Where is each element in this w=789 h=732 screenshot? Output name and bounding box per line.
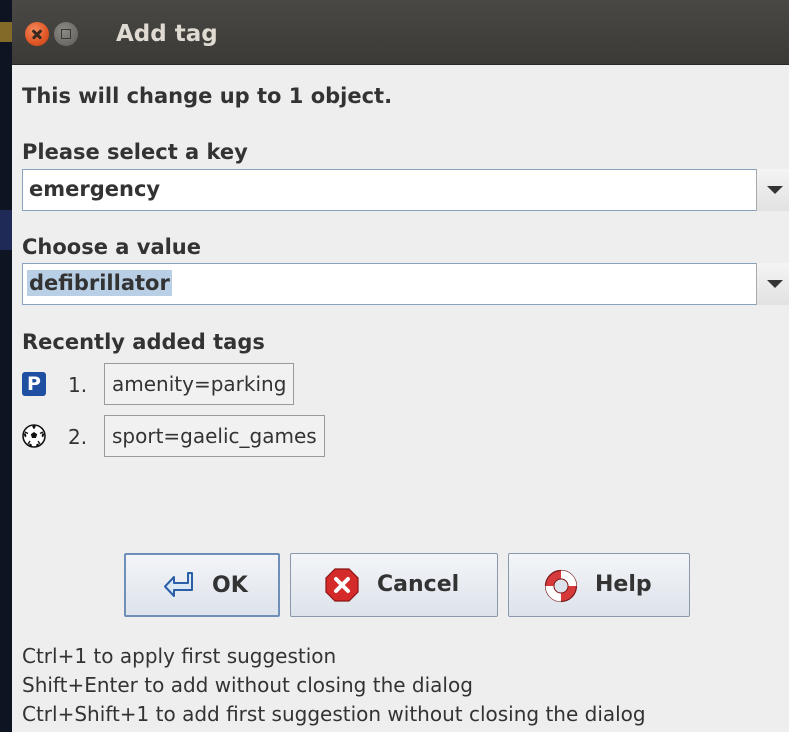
dialog-content: This will change up to 1 object. Please … bbox=[12, 64, 789, 732]
value-input[interactable]: defibrillator bbox=[27, 270, 172, 296]
enter-arrow-icon bbox=[164, 572, 193, 597]
hint-text: Ctrl+1 to apply first suggestion bbox=[22, 644, 337, 668]
lifebuoy-icon bbox=[544, 569, 578, 603]
soccer-ball-icon bbox=[22, 424, 46, 448]
background-glow bbox=[0, 210, 12, 250]
key-input[interactable]: emergency bbox=[27, 176, 162, 202]
close-window-button[interactable] bbox=[25, 22, 49, 46]
help-label: Help bbox=[595, 572, 652, 597]
recent-tag-index: 2. bbox=[68, 425, 88, 449]
recent-tag-index: 1. bbox=[68, 373, 88, 397]
value-dropdown-arrow[interactable] bbox=[756, 263, 789, 305]
recent-tags-label: Recently added tags bbox=[22, 330, 265, 354]
help-button[interactable]: Help bbox=[508, 553, 690, 617]
parking-icon: P bbox=[22, 372, 46, 396]
cancel-icon bbox=[325, 568, 359, 602]
add-tag-dialog: Add tag This will change up to 1 object.… bbox=[12, 0, 789, 732]
change-info: This will change up to 1 object. bbox=[22, 84, 393, 108]
cancel-label: Cancel bbox=[377, 572, 460, 597]
value-label: Choose a value bbox=[22, 235, 202, 259]
title-bar[interactable]: Add tag bbox=[12, 0, 789, 65]
ok-button[interactable]: OK bbox=[124, 553, 280, 617]
hint-text: Ctrl+Shift+1 to add first suggestion wit… bbox=[22, 702, 646, 726]
key-dropdown-arrow[interactable] bbox=[756, 169, 789, 211]
key-combobox[interactable]: emergency bbox=[22, 169, 789, 211]
background-glow bbox=[0, 22, 12, 42]
recent-tag-button[interactable]: sport=gaelic_games bbox=[104, 415, 325, 457]
minimize-window-button[interactable] bbox=[54, 22, 78, 46]
value-combobox[interactable]: defibrillator bbox=[22, 263, 789, 305]
background-desktop bbox=[0, 0, 12, 732]
recent-tag-button[interactable]: amenity=parking bbox=[104, 363, 295, 405]
window-title: Add tag bbox=[116, 21, 218, 47]
cancel-button[interactable]: Cancel bbox=[290, 553, 498, 617]
key-label: Please select a key bbox=[22, 140, 248, 164]
ok-label: OK bbox=[212, 573, 248, 598]
hint-text: Shift+Enter to add without closing the d… bbox=[22, 673, 473, 697]
